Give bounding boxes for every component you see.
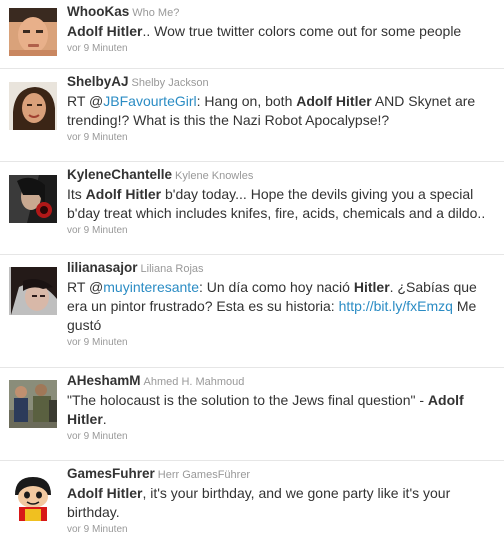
tweet-text-fragment: "The holocaust is the solution to the Je… [67, 392, 428, 408]
tweet-text-fragment: RT @ [67, 279, 104, 295]
full-name: Who Me? [132, 7, 180, 19]
tweet-text: RT @muyinteresante: Un día como hoy naci… [67, 278, 498, 335]
avatar[interactable] [9, 473, 57, 521]
mention-link[interactable]: muyinteresante [103, 279, 199, 295]
tweet-text-fragment: . [102, 411, 107, 427]
tweet-text: "The holocaust is the solution to the Je… [67, 391, 498, 429]
avatar[interactable] [9, 82, 57, 130]
search-term-highlight: Adolf Hitler [296, 93, 372, 109]
tweet-header: lilianasajor Liliana Rojas [67, 260, 498, 277]
avatar[interactable] [9, 380, 57, 428]
face-photo-icon [9, 82, 57, 130]
tweet-header: GamesFuhrer Herr GamesFührer [67, 466, 498, 483]
tweet-timestamp[interactable]: vor 9 Minuten [67, 42, 498, 55]
face-photo-icon [9, 267, 57, 315]
tweet-item: lilianasajor Liliana Rojas RT @muyinteres… [0, 255, 504, 368]
tweet-timestamp[interactable]: vor 9 Minuten [67, 523, 498, 536]
full-name: Liliana Rojas [140, 263, 204, 275]
screen-name[interactable]: ShelbyAJ [67, 74, 129, 89]
screen-name[interactable]: AHeshamM [67, 373, 141, 388]
tweet-text: RT @JBFavourteGirl: Hang on, both Adolf … [67, 92, 498, 130]
tweet-text: Adolf Hitler, it's your birthday, and we… [67, 484, 498, 522]
tweet-item: WhooKas Who Me? Adolf Hitler.. Wow true t… [0, 0, 504, 69]
search-term-highlight: Adolf Hitler [67, 23, 143, 39]
screen-name[interactable]: KyleneChantelle [67, 167, 172, 182]
search-term-highlight: Adolf Hitler [67, 485, 143, 501]
screen-name[interactable]: GamesFuhrer [67, 466, 155, 481]
dark-photo-icon [9, 175, 57, 223]
people-photo-icon [9, 380, 57, 428]
url-link[interactable]: http://bit.ly/fxEmzq [339, 298, 453, 314]
face-photo-icon [9, 8, 57, 56]
tweet-item: GamesFuhrer Herr GamesFührer Adolf Hitler… [0, 461, 504, 536]
tweet-feed: WhooKas Who Me? Adolf Hitler.. Wow true t… [0, 0, 504, 536]
search-term-highlight: Hitler [353, 279, 390, 295]
tweet-text-fragment: .. Wow true twitter colors come out for … [142, 23, 462, 39]
tweet-header: WhooKas Who Me? [67, 4, 498, 21]
tweet-item: ShelbyAJ Shelby Jackson RT @JBFavourteGir… [0, 69, 504, 162]
tweet-timestamp[interactable]: vor 9 Minuten [67, 336, 498, 349]
screen-name[interactable]: WhooKas [67, 4, 129, 19]
tweet-item: KyleneChantelle Kylene Knowles Its Adolf … [0, 162, 504, 255]
full-name: Herr GamesFührer [157, 469, 251, 481]
tweet-text: Adolf Hitler.. Wow true twitter colors c… [67, 22, 498, 41]
search-term-highlight: Adolf Hitler [85, 186, 162, 202]
tweet-header: AHeshamM Ahmed H. Mahmoud [67, 373, 498, 390]
tweet-timestamp[interactable]: vor 9 Minuten [67, 224, 498, 237]
tweet-text-fragment: : Un día como hoy nació [198, 279, 354, 295]
cartoon-character-icon [9, 473, 57, 521]
mention-link[interactable]: JBFavourteGirl [103, 93, 196, 109]
avatar[interactable] [9, 8, 57, 56]
tweet-text-fragment: Its [67, 186, 86, 202]
tweet-text-fragment: RT @ [67, 93, 104, 109]
tweet-timestamp[interactable]: vor 9 Minuten [67, 131, 498, 144]
full-name: Ahmed H. Mahmoud [143, 376, 245, 388]
tweet-text-fragment: : Hang on, both [196, 93, 297, 109]
avatar[interactable] [9, 175, 57, 223]
tweet-timestamp[interactable]: vor 9 Minuten [67, 430, 498, 443]
full-name: Shelby Jackson [131, 77, 209, 89]
tweet-header: ShelbyAJ Shelby Jackson [67, 74, 498, 91]
tweet-item: AHeshamM Ahmed H. Mahmoud "The holocaust … [0, 368, 504, 461]
full-name: Kylene Knowles [175, 170, 254, 182]
tweet-text: Its Adolf Hitler b'day today... Hope the… [67, 185, 498, 223]
tweet-header: KyleneChantelle Kylene Knowles [67, 167, 498, 184]
screen-name[interactable]: lilianasajor [67, 260, 138, 275]
avatar[interactable] [9, 267, 57, 315]
